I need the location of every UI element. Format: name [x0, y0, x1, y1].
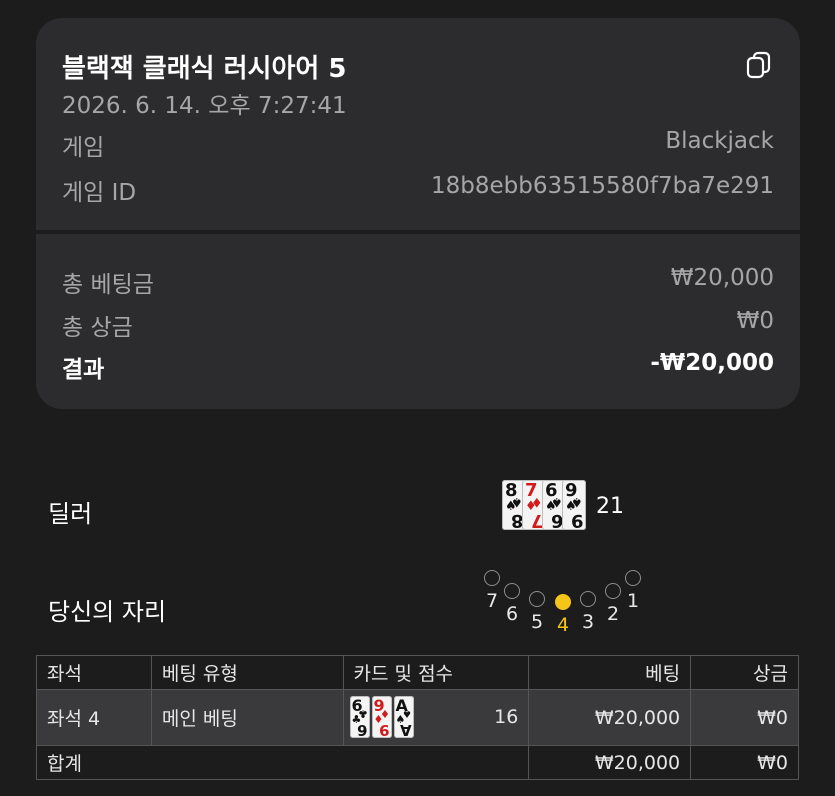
- summary-card: 블랙잭 클래식 러시아어 5 2026. 6. 14. 오후 7:27:41 게…: [36, 18, 800, 409]
- seat-label: 당신의 자리: [48, 598, 167, 626]
- dealer-label: 딜러: [48, 500, 93, 528]
- bet-table: 좌석 베팅 유형 카드 및 점수 베팅 상금 좌석 4 메인 베팅 6 ♣ 6 ♣ 9 ♦…: [35, 655, 799, 780]
- card-rank: A: [399, 721, 412, 739]
- header-bet: 베팅: [528, 655, 692, 690]
- game-title: 블랙잭 클래식 러시아어 5: [62, 54, 347, 84]
- seat-map: 7654321: [484, 570, 644, 640]
- game-id-value[interactable]: 18b8ebb63515580f7ba7e291: [431, 173, 774, 207]
- copy-icon[interactable]: [744, 50, 774, 80]
- seat-number: 5: [530, 611, 544, 633]
- total-bet-label: 총 베팅금: [62, 272, 154, 298]
- table-header-row: 좌석 베팅 유형 카드 및 점수 베팅 상금: [36, 655, 799, 690]
- seat-number: 3: [581, 611, 595, 633]
- seat-circle-icon: [625, 570, 641, 586]
- card-rank: 6: [357, 721, 368, 739]
- row-score: 16: [494, 706, 519, 728]
- total-bet-value: ₩20,000: [670, 265, 774, 291]
- header-cards-score: 카드 및 점수: [342, 655, 530, 690]
- result-label: 결과: [62, 357, 105, 383]
- total-label: 합계: [35, 745, 530, 780]
- total-win-row: 총 상금 ₩0: [62, 308, 774, 342]
- card-suit-icon: ♠: [571, 494, 583, 509]
- seat-circle-icon: [504, 583, 520, 599]
- seat-number: 1: [626, 590, 640, 612]
- header-seat: 좌석: [36, 655, 152, 690]
- game-id-row: 게임 ID 18b8ebb63515580f7ba7e291: [62, 173, 774, 207]
- seat-circle-icon: [555, 594, 571, 610]
- game-datetime: 2026. 6. 14. 오후 7:27:41: [62, 93, 347, 119]
- row-win: ₩0: [690, 689, 799, 746]
- player-cards: 6 ♣ 6 ♣ 9 ♦ 9 ♦ A ♠ A ♠: [349, 696, 420, 740]
- seat-number: 4: [556, 614, 570, 636]
- row-bet: ₩20,000: [528, 689, 692, 746]
- seat-number: 2: [606, 603, 620, 625]
- seat-number: 7: [485, 590, 499, 612]
- total-bet-row: 총 베팅금 ₩20,000: [62, 265, 774, 299]
- game-id-label: 게임 ID: [62, 180, 137, 206]
- header-win: 상금: [690, 655, 799, 690]
- card-rank: 9: [379, 721, 390, 739]
- playing-card: A ♠ A ♠: [393, 696, 414, 739]
- total-win: ₩0: [690, 745, 799, 780]
- result-value: -₩20,000: [650, 350, 774, 376]
- playing-card: 6 ♣ 6 ♣: [349, 696, 370, 739]
- seat-circle-icon: [605, 583, 621, 599]
- seat-circle-icon: [484, 570, 500, 586]
- playing-card: 9 ♦ 9 ♦: [371, 696, 392, 739]
- game-label: 게임: [62, 135, 105, 161]
- seat-circle-icon: [529, 591, 545, 607]
- row-bet-type: 메인 베팅: [150, 689, 344, 746]
- result-row: 결과 -₩20,000: [62, 350, 774, 384]
- row-seat: 좌석 4: [36, 689, 152, 746]
- table-total-row: 합계 ₩20,000 ₩0: [35, 745, 799, 780]
- game-row: 게임 Blackjack: [62, 128, 774, 162]
- card-suit-icon: ♦: [379, 707, 390, 720]
- card-rank: 9: [571, 510, 584, 531]
- card-suit-icon: ♣: [357, 707, 368, 720]
- header-bet-type: 베팅 유형: [150, 655, 344, 690]
- dealer-score: 21: [596, 494, 624, 519]
- seat-number: 6: [505, 603, 519, 625]
- table-row: 좌석 4 메인 베팅 6 ♣ 6 ♣ 9 ♦ 9 ♦ A ♠ A ♠ 16 ₩20,000 ₩0: [36, 689, 799, 746]
- total-win-value: ₩0: [736, 308, 774, 334]
- game-value: Blackjack: [665, 128, 774, 154]
- seat-circle-icon: [580, 591, 596, 607]
- playing-card: 9 ♠ 9 ♠: [562, 480, 586, 531]
- dealer-cards: 8 ♠ 8 ♠ 7 ♦ 7 ♦ 6 ♠ 6 ♠ 9 ♠ 9 ♠: [502, 480, 586, 534]
- divider: [36, 230, 800, 234]
- card-suit-icon: ♠: [401, 707, 412, 720]
- total-win-label: 총 상금: [62, 315, 133, 341]
- row-cards-cell: 6 ♣ 6 ♣ 9 ♦ 9 ♦ A ♠ A ♠ 16: [342, 689, 530, 746]
- total-bet: ₩20,000: [528, 745, 692, 780]
